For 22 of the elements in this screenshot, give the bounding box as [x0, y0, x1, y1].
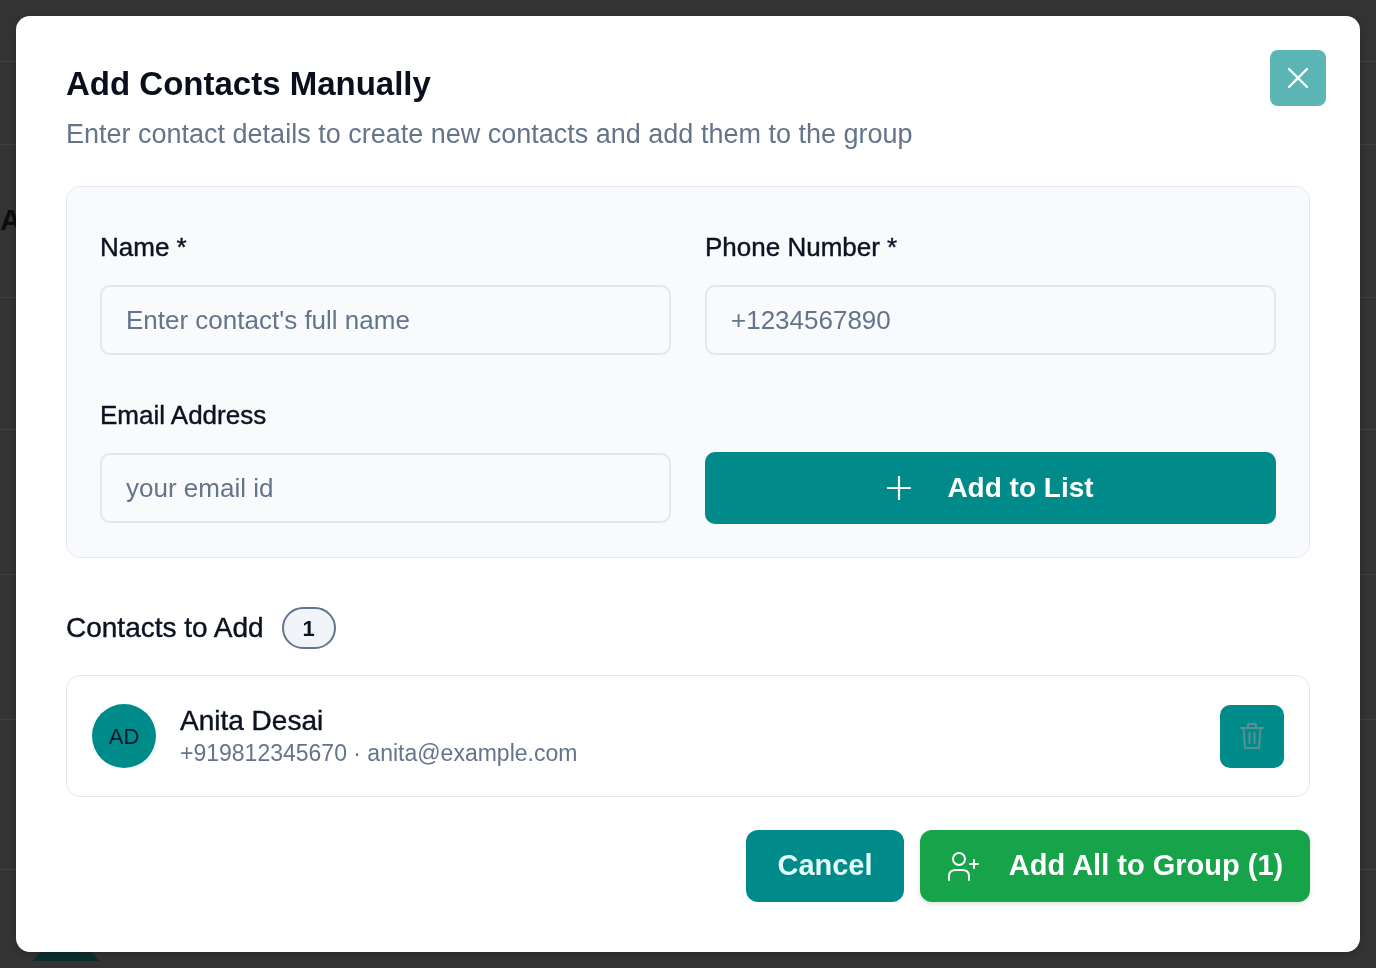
input-field[interactable]: Enter contact's full name	[100, 285, 671, 355]
close-button[interactable]	[1270, 50, 1326, 106]
close-icon	[1287, 67, 1309, 89]
input-field[interactable]: your email id	[100, 453, 671, 523]
dialog-subtitle: Enter contact details to create new contacts and add them to the group	[66, 118, 913, 151]
input-field[interactable]: +1234567890	[705, 285, 1276, 355]
avatar-initials: AD	[92, 704, 156, 768]
field-label: Phone Number *	[705, 231, 898, 263]
dialog-title: Add Contacts Manually	[66, 64, 431, 104]
add-all-button[interactable]: Add All to Group (1)	[920, 830, 1310, 902]
plus-icon	[887, 476, 912, 500]
cancel-button[interactable]: Cancel	[746, 830, 904, 902]
delete-button[interactable]	[1220, 704, 1284, 768]
contact-details: +919812345670 · anita@example.com	[180, 739, 578, 768]
field-label: Email Address	[100, 399, 267, 431]
count-badge: 1	[281, 607, 336, 649]
section-heading: Contacts to Add	[66, 611, 264, 645]
trash-icon	[1240, 722, 1264, 750]
field-label: Name *	[100, 231, 187, 263]
contact-name: Anita Desai	[180, 704, 324, 738]
user-plus-icon	[946, 851, 979, 881]
add-to-list-button[interactable]: Add to List	[705, 452, 1276, 524]
